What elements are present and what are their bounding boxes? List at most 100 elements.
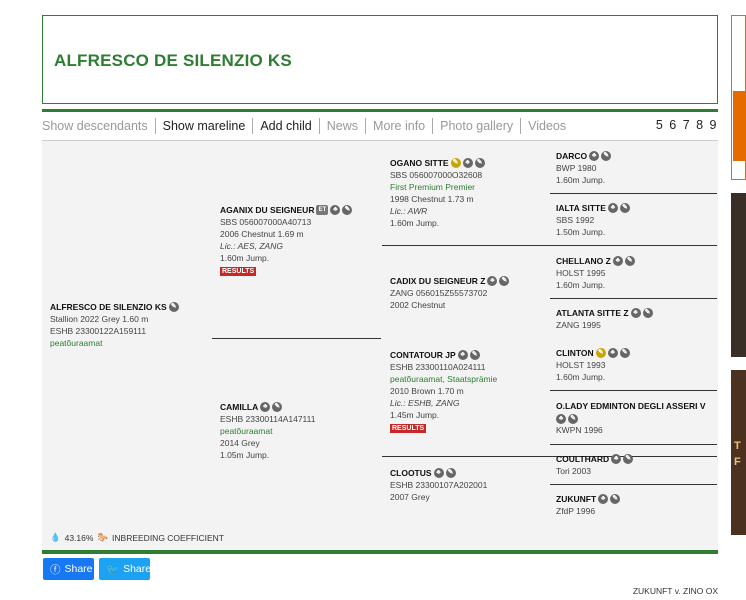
sire-name[interactable]: AGANIX DU SEIGNEUR [220, 204, 314, 216]
offspring-icon[interactable]: ♣ [433, 468, 444, 478]
horse-info: 2007 Grey [390, 492, 430, 502]
horse-name[interactable]: CONTATOUR JP [390, 349, 456, 361]
gen4-horse: CLINTON ✎ ♣ ✎ HOLST 1993 1.60m Jump. [556, 347, 630, 383]
offspring-icon[interactable]: ♣ [598, 494, 609, 504]
facebook-share-button[interactable]: ⓕ Share [43, 558, 94, 580]
horse-lic: Lic.: AWR [390, 206, 428, 216]
horse-jump: 1.60m Jump. [556, 280, 606, 290]
inbreeding-value: 43.16% [64, 532, 94, 543]
edit-icon[interactable]: ✎ [474, 158, 485, 168]
tab-show-descendants[interactable]: Show descendants [42, 118, 155, 134]
horse-name[interactable]: IALTA SITTE [556, 202, 606, 214]
sire-reg: SBS 056007000A40713 [220, 217, 312, 227]
edit-icon[interactable]: ✎ [601, 151, 612, 161]
medal-icon: ✎ [595, 348, 606, 358]
results-button[interactable]: RESULTS [390, 424, 427, 433]
edit-icon[interactable]: ✎ [619, 203, 630, 213]
horse-reg: ZANG 056015Z55573702 [390, 288, 488, 298]
tab-show-mareline[interactable]: Show mareline [154, 118, 253, 134]
offspring-icon[interactable]: ♣ [612, 256, 623, 266]
title-box: ALFRESCO DE SILENZIO KS [42, 15, 718, 104]
offspring-icon[interactable]: ♣ [607, 203, 618, 213]
subject-horse: ALFRESCO DE SILENZIO KS ✎ Stallion 2022 G… [50, 301, 179, 349]
subject-reg: ESHB 23300122A159111 [50, 326, 147, 336]
subject-name[interactable]: ALFRESCO DE SILENZIO KS ✎ [50, 301, 179, 313]
ad-graphic [733, 91, 746, 161]
offspring-icon[interactable]: ♣ [556, 414, 566, 424]
edit-icon[interactable]: ✎ [610, 494, 621, 504]
edit-icon[interactable]: ✎ [168, 302, 179, 312]
et-icon: ET [316, 205, 329, 215]
offspring-icon[interactable]: ♣ [630, 308, 641, 318]
offspring-icon[interactable]: ♣ [607, 348, 618, 358]
sire: AGANIX DU SEIGNEUR ET ♣ ✎ SBS 056007000A407… [220, 204, 353, 276]
gen4-horse: COULTHARD ♣ ✎ Tori 2003 [556, 453, 634, 477]
edit-icon[interactable]: ✎ [342, 205, 353, 215]
edit-icon[interactable]: ✎ [642, 308, 653, 318]
tab-more-info[interactable]: More info [365, 118, 432, 134]
generation-selector[interactable]: 5 6 7 8 9 [656, 118, 718, 132]
horse-name[interactable]: O.LADY EDMINTON DEGLI ASSERI V [556, 400, 706, 412]
edit-icon[interactable]: ✎ [499, 276, 510, 286]
gen3-horse: CLOOTUS ♣ ✎ ESHB 23300107A202001 2007 Grey [390, 467, 487, 503]
divider [550, 390, 717, 391]
pedigree-table: ALFRESCO DE SILENZIO KS ✎ Stallion 2022 G… [42, 140, 718, 550]
footer-link[interactable]: ZUKUNFT v. ZINO OX [633, 586, 718, 596]
horse-award: First Premium Premier [390, 182, 476, 192]
horse-reg: SBS 056007000O32608 [390, 170, 483, 180]
ad-text: T F [734, 440, 741, 468]
subject-studbook: peatõuraamat [50, 338, 103, 348]
edit-icon[interactable]: ✎ [624, 256, 635, 266]
results-button[interactable]: RESULTS [220, 267, 257, 276]
tab-news[interactable]: News [318, 118, 365, 134]
horse-jump: 1.50m Jump. [556, 227, 606, 237]
offspring-icon[interactable]: ♣ [462, 158, 473, 168]
advertisement-banner[interactable] [731, 15, 746, 180]
horse-info: 2010 Brown 1.70 m [390, 386, 464, 396]
dam-name[interactable]: CAMILLA [220, 401, 258, 413]
dam-reg: ESHB 23300114A147111 [220, 414, 316, 424]
horse-name[interactable]: OGANO SITTE [390, 157, 449, 169]
horse-info: 2002 Chestnut [390, 300, 446, 310]
horse-name[interactable]: COULTHARD [556, 453, 609, 465]
divider [550, 444, 717, 445]
horse-name[interactable]: CHELLANO Z [556, 255, 611, 267]
divider [212, 338, 381, 339]
offspring-icon[interactable]: ♣ [260, 402, 271, 412]
offspring-icon[interactable]: ♣ [589, 151, 600, 161]
gen4-horse: DARCO ♣ ✎ BWP 1980 1.60m Jump. [556, 150, 612, 186]
edit-icon[interactable]: ✎ [623, 454, 634, 464]
twitter-share-button[interactable]: 🐦 Share [99, 558, 151, 580]
horse-name[interactable]: CLINTON [556, 347, 594, 359]
edit-icon[interactable]: ✎ [568, 414, 578, 424]
horse-name[interactable]: ATLANTA SITTE Z [556, 307, 629, 319]
offspring-icon[interactable]: ♣ [487, 276, 498, 286]
horse-jump: 1.45m Jump. [390, 410, 440, 420]
tab-add-child[interactable]: Add child [252, 118, 318, 134]
tab-videos[interactable]: Videos [520, 118, 573, 134]
advertisement-banner[interactable] [731, 193, 746, 357]
divider [550, 193, 717, 194]
twitter-icon: 🐦 [106, 563, 120, 576]
advertisement-banner[interactable]: T F [731, 370, 746, 535]
dam: CAMILLA ♣ ✎ ESHB 23300114A147111 peatõuraa… [220, 401, 315, 461]
horse-name[interactable]: CLOOTUS [390, 467, 432, 479]
horse-name[interactable]: ZUKUNFT [556, 493, 596, 505]
gen3-horse: CADIX DU SEIGNEUR Z ♣ ✎ ZANG 056015Z555737… [390, 275, 510, 311]
edit-icon[interactable]: ✎ [272, 402, 283, 412]
divider [42, 550, 718, 554]
offspring-icon[interactable]: ♣ [457, 350, 468, 360]
horse-lic: Lic.: ESHB, ZANG [390, 398, 460, 408]
horse-name[interactable]: CADIX DU SEIGNEUR Z [390, 275, 485, 287]
sire-jump: 1.60m Jump. [220, 253, 270, 263]
edit-icon[interactable]: ✎ [469, 350, 480, 360]
offspring-icon[interactable]: ♣ [330, 205, 341, 215]
edit-icon[interactable]: ✎ [619, 348, 630, 358]
inbreeding-label[interactable]: INBREEDING COEFFICIENT [112, 533, 224, 543]
edit-icon[interactable]: ✎ [445, 468, 456, 478]
horse-name[interactable]: DARCO [556, 150, 587, 162]
drop-icon: 💧 [50, 532, 61, 542]
tab-photo-gallery[interactable]: Photo gallery [432, 118, 520, 134]
offspring-icon[interactable]: ♣ [611, 454, 622, 464]
horse-reg: HOLST 1995 [556, 268, 606, 278]
